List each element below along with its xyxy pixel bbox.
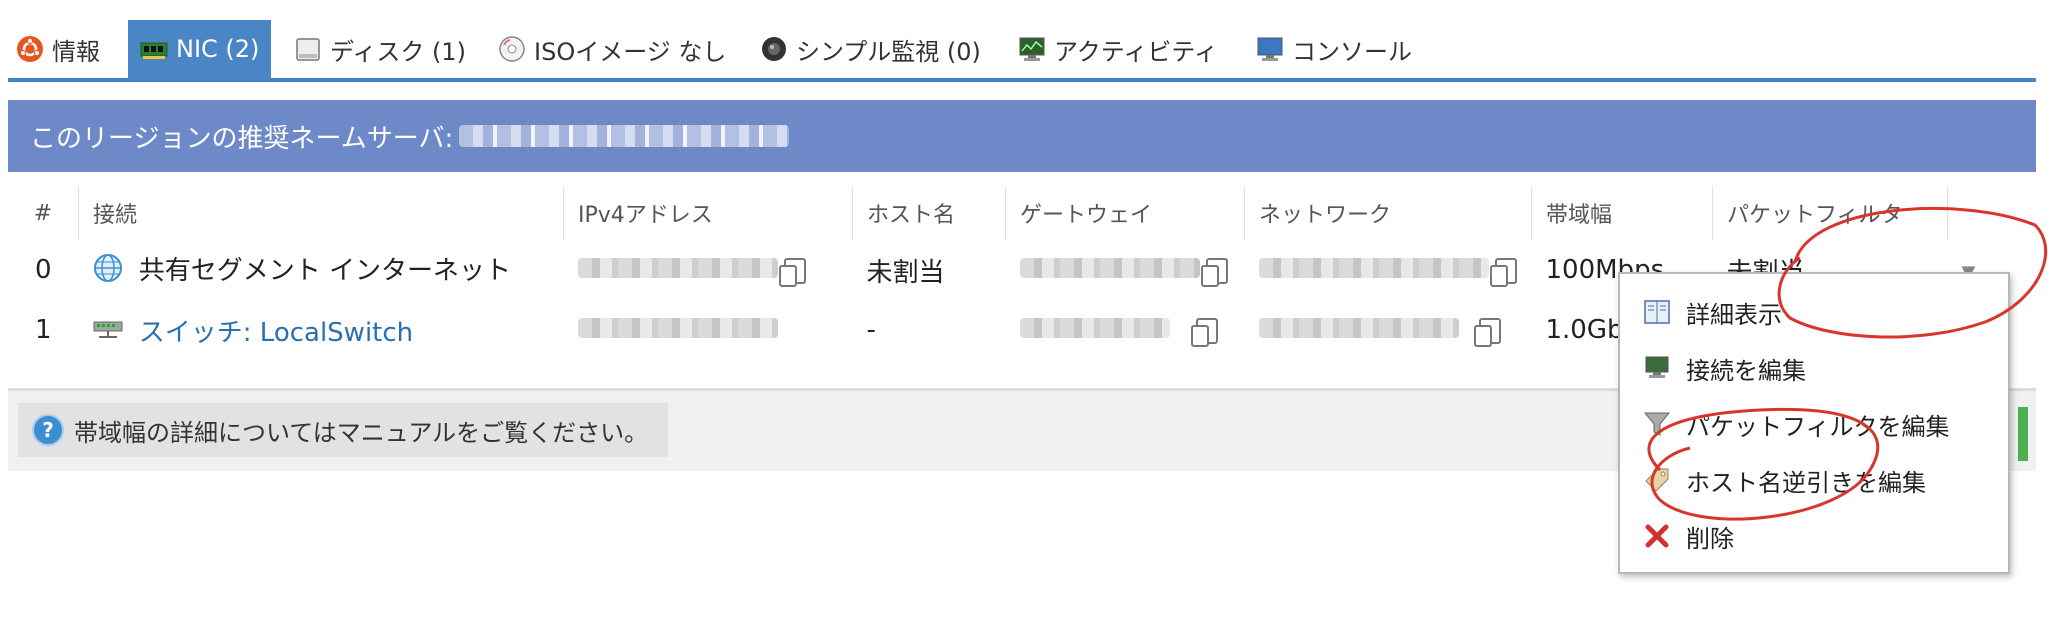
tab-label: コンソール	[1292, 37, 1412, 66]
ubuntu-icon	[16, 35, 44, 63]
column-header: ホスト名	[852, 186, 1006, 240]
tab-iso[interactable]: ISOイメージ なし	[498, 20, 726, 78]
copy-icon[interactable]	[1473, 317, 1501, 347]
banner-label: このリージョンの推奨ネームサーバ:	[30, 123, 454, 154]
tab-label: NIC (2)	[176, 35, 260, 63]
copy-icon[interactable]	[1489, 257, 1517, 287]
redacted-gateway	[1019, 318, 1170, 338]
network-icon	[1642, 353, 1672, 383]
tab-disk[interactable]: ディスク (1)	[294, 20, 466, 78]
menu-item-delete[interactable]: 削除	[1642, 516, 1734, 556]
column-header: ゲートウェイ	[1005, 186, 1245, 240]
tab-label: ディスク (1)	[330, 37, 466, 66]
menu-item-details[interactable]: 詳細表示	[1642, 292, 1782, 332]
tab-label: アクティビティ	[1054, 37, 1218, 66]
gateway-cell	[1006, 300, 1245, 360]
tab-nic[interactable]: NIC (2)	[128, 20, 272, 78]
redacted-network	[1258, 258, 1489, 278]
gateway-cell	[1006, 240, 1245, 300]
add-button-edge[interactable]	[2018, 407, 2028, 461]
network-cell	[1245, 300, 1532, 360]
tab-label: ISOイメージ なし	[534, 37, 727, 66]
monitor-camera-icon	[760, 35, 788, 63]
menu-item-edit-connection[interactable]: 接続を編集	[1642, 348, 1806, 388]
tab-label: シンプル監視 (0)	[796, 37, 981, 66]
delete-x-icon	[1642, 521, 1672, 551]
column-header: #	[33, 200, 53, 226]
menu-item-label: 削除	[1686, 524, 1734, 553]
nameserver-banner: このリージョンの推奨ネームサーバ:	[8, 100, 2036, 172]
funnel-icon	[1642, 409, 1672, 439]
help-icon[interactable]: ?	[32, 414, 64, 446]
connection-cell[interactable]: スイッチ: LocalSwitch	[79, 300, 564, 360]
copy-icon[interactable]	[778, 257, 806, 287]
help-text: 帯域幅の詳細についてはマニュアルをご覧ください。	[74, 418, 649, 447]
activity-screen-icon	[1018, 35, 1046, 63]
cd-icon	[498, 35, 526, 63]
switch-link[interactable]: スイッチ: LocalSwitch	[139, 318, 413, 348]
hostname-cell: 未割当	[866, 257, 945, 288]
tab-simple-monitor[interactable]: シンプル監視 (0)	[760, 20, 981, 78]
redacted-ipv4	[577, 258, 778, 278]
tab-label: 情報	[52, 37, 100, 66]
network-cell	[1245, 240, 1532, 300]
ipv4-cell	[564, 240, 853, 300]
column-header-actions	[1947, 186, 2036, 240]
column-header: 接続	[78, 186, 564, 240]
nic-card-icon	[140, 35, 168, 63]
column-header: 帯域幅	[1531, 186, 1713, 240]
globe-icon	[93, 253, 123, 290]
menu-item-label: ホスト名逆引きを編集	[1686, 468, 1926, 497]
row-index: 1	[34, 315, 52, 345]
copy-icon[interactable]	[1190, 317, 1218, 347]
copy-icon[interactable]	[1200, 257, 1228, 287]
console-screen-icon	[1256, 35, 1284, 63]
connection-cell: 共有セグメント インターネット	[79, 240, 564, 300]
tag-icon	[1642, 465, 1672, 495]
ipv4-cell	[564, 300, 853, 360]
connection-label: 共有セグメント インターネット	[138, 256, 512, 286]
row-context-menu: 詳細表示 接続を編集 パケットフィルタを編集 ホスト名逆引きを編集 削除	[1618, 272, 2010, 574]
switch-icon	[93, 318, 123, 348]
disk-icon	[294, 35, 322, 63]
menu-item-label: 詳細表示	[1686, 300, 1782, 329]
redacted-network	[1258, 318, 1459, 338]
redacted-nameserver	[459, 125, 790, 147]
column-header: パケットフィルタ	[1712, 186, 1948, 240]
help-notice: ? 帯域幅の詳細についてはマニュアルをご覧ください。	[18, 403, 668, 457]
tab-activity[interactable]: アクティビティ	[1018, 20, 1218, 78]
redacted-ipv4	[577, 318, 778, 338]
redacted-gateway	[1019, 258, 1200, 278]
book-icon	[1642, 297, 1672, 327]
column-header: ネットワーク	[1244, 186, 1532, 240]
tab-console[interactable]: コンソール	[1256, 20, 1412, 78]
hostname-cell: -	[866, 315, 876, 345]
tab-bar: 情報 NIC (2) ディスク (1) ISOイメージ なし シンプル監視 (0…	[8, 20, 2036, 82]
menu-item-edit-packet-filter[interactable]: パケットフィルタを編集	[1642, 404, 1950, 444]
table-header-row: # 接続 IPv4アドレス ホスト名 ゲートウェイ ネットワーク 帯域幅 パケッ…	[8, 186, 2036, 240]
column-header: IPv4アドレス	[563, 186, 853, 240]
menu-item-edit-reverse-dns[interactable]: ホスト名逆引きを編集	[1642, 460, 1926, 500]
menu-item-label: パケットフィルタを編集	[1686, 412, 1950, 441]
row-index: 0	[34, 255, 52, 285]
tab-info[interactable]: 情報	[16, 20, 100, 78]
menu-item-label: 接続を編集	[1686, 356, 1806, 385]
